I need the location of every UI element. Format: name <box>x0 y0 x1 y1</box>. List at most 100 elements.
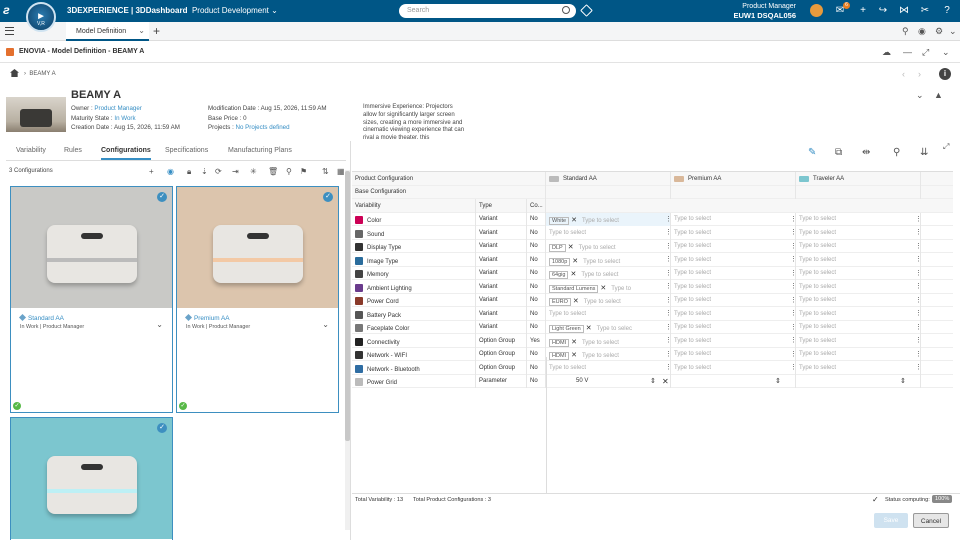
projects-link[interactable]: No Projects defined <box>236 124 290 131</box>
type-to-select[interactable]: Type to select <box>674 297 711 303</box>
help-icon[interactable]: ? <box>941 5 953 17</box>
variability-name-cell[interactable]: Faceplate Color <box>352 320 476 334</box>
more-icon[interactable]: ⋮ <box>915 215 920 223</box>
type-to-select[interactable]: Type to select <box>674 216 711 222</box>
variability-name-cell[interactable]: Sound <box>352 226 476 240</box>
more-icon[interactable]: ⋮ <box>915 350 920 358</box>
variability-name-cell[interactable]: Power Cord <box>352 293 476 307</box>
type-to-select[interactable]: Type to select <box>583 259 620 265</box>
forward-icon[interactable]: › <box>918 69 921 79</box>
tab-rules[interactable]: Rules <box>64 147 82 154</box>
value-cell-standard[interactable]: HDMI✕Type to select⋮ <box>546 347 671 361</box>
more-icon[interactable]: ⋮ <box>915 269 920 277</box>
brand-title[interactable]: 3DEXPERIENCE | 3DDashboard Product Devel… <box>67 6 278 15</box>
value-cell-traveler[interactable]: Type to select ⋮ <box>796 253 921 267</box>
expand-icon[interactable]: ⌄ <box>916 90 924 101</box>
value-cell-premium[interactable]: Type to select⋮ <box>671 307 796 321</box>
remove-chip-icon[interactable]: ✕ <box>600 285 606 292</box>
value-cell-traveler[interactable]: Type to select ⋮ <box>796 347 921 361</box>
type-to-select[interactable]: Type to <box>611 286 631 292</box>
value-cell-traveler[interactable]: Type to select ⋮ <box>796 226 921 240</box>
value-cell-traveler[interactable]: Type to select ⋮ <box>796 307 921 321</box>
search-input[interactable]: Search <box>399 4 576 18</box>
chevron-down-icon[interactable]: ⌄ <box>949 26 957 37</box>
type-to-select[interactable]: Type to select <box>799 365 836 371</box>
home-icon[interactable] <box>10 69 19 77</box>
type-to-select[interactable]: Type to select <box>674 311 711 317</box>
check-icon[interactable]: ✓ <box>157 192 167 202</box>
type-to-select[interactable]: Type to select <box>674 365 711 371</box>
value-cell-premium[interactable]: ⇕ <box>671 374 796 388</box>
compare-icon[interactable]: ⇹ <box>862 147 870 158</box>
value-cell-premium[interactable]: Type to select⋮ <box>671 212 796 226</box>
stepper-icon[interactable]: ⇕ <box>900 377 906 385</box>
variability-name-cell[interactable]: Image Type <box>352 253 476 267</box>
chevron-down-icon[interactable]: ⌄ <box>322 320 329 329</box>
variability-name-cell[interactable]: Memory <box>352 266 476 280</box>
edit-icon[interactable]: ✎ <box>808 147 816 158</box>
owner-link[interactable]: Product Manager <box>94 105 141 112</box>
minimize-icon[interactable]: — <box>903 47 912 57</box>
value-cell-traveler[interactable]: Type to select ⋮ <box>796 212 921 226</box>
value-cell-premium[interactable]: Type to select⋮ <box>671 293 796 307</box>
value-cell-standard[interactable]: 50 V ⇕ ✕ <box>546 374 671 388</box>
type-to-select[interactable]: Type to select <box>549 311 586 317</box>
compare-icon[interactable]: ✳ <box>250 167 257 176</box>
value-cell-premium[interactable]: Type to select⋮ <box>671 253 796 267</box>
stepper-icon[interactable]: ⇕ <box>650 377 656 385</box>
value-cell-premium[interactable]: Type to select⋮ <box>671 266 796 280</box>
type-to-select[interactable]: Type to select <box>549 365 586 371</box>
value-cell-standard[interactable]: EURO✕Type to select⋮ <box>546 293 671 307</box>
type-to-select[interactable]: Type to select <box>799 243 836 249</box>
value-cell-standard[interactable]: 64gig✕Type to select⋮ <box>546 266 671 280</box>
configuration-card-traveler[interactable]: ✓ <box>10 417 173 540</box>
search-people-icon[interactable]: ⚲ <box>902 26 909 37</box>
search-icon[interactable]: ⚲ <box>893 147 900 158</box>
check-icon[interactable]: ✓ <box>157 423 167 433</box>
network-share-icon[interactable]: ⋈ <box>898 5 910 17</box>
avatar[interactable] <box>810 4 823 17</box>
base-config-premium[interactable] <box>671 185 796 199</box>
type-to-select[interactable]: Type to select <box>674 324 711 330</box>
stepper-icon[interactable]: ⇕ <box>775 377 781 385</box>
configuration-name[interactable]: Premium AA <box>186 315 230 322</box>
type-to-select[interactable]: Type to select <box>799 311 836 317</box>
remove-chip-icon[interactable]: ✕ <box>571 217 577 224</box>
remove-chip-icon[interactable]: ✕ <box>570 271 576 278</box>
type-to-select[interactable]: Type to select <box>581 272 618 278</box>
menu-icon[interactable] <box>5 27 14 35</box>
type-to-select[interactable]: Type to select <box>674 243 711 249</box>
column-header-premium[interactable]: Premium AA <box>671 172 796 186</box>
configuration-card-standard[interactable]: ✓ Standard AA In Work | Product Manager … <box>10 186 173 413</box>
value-cell-traveler[interactable]: Type to select ⋮ <box>796 293 921 307</box>
back-icon[interactable]: ‹ <box>902 69 905 79</box>
value-cell-traveler[interactable]: ⇕ <box>796 374 921 388</box>
type-to-select[interactable]: Type to select <box>582 218 619 224</box>
value-cell-premium[interactable]: Type to select⋮ <box>671 239 796 253</box>
type-to-select[interactable]: Type to select <box>799 257 836 263</box>
settings-icon[interactable]: ⚙ <box>935 26 943 37</box>
variability-name-cell[interactable]: Power Grid <box>352 374 476 388</box>
value-cell-standard[interactable]: Light Green✕Type to selec⋮ <box>546 320 671 334</box>
value-cell-traveler[interactable]: Type to select ⋮ <box>796 320 921 334</box>
variability-name-cell[interactable]: Ambient Lighting <box>352 280 476 294</box>
add-tab-icon[interactable]: + <box>153 24 160 38</box>
type-to-select[interactable]: Type to select <box>799 284 836 290</box>
type-to-select[interactable]: Type to select <box>799 230 836 236</box>
tab-variability[interactable]: Variability <box>16 147 46 154</box>
breadcrumb-item[interactable]: › BEAMY A <box>24 71 56 77</box>
value-cell-premium[interactable]: Type to select⋮ <box>671 280 796 294</box>
value-cell-standard[interactable]: White✕Type to select⋮ <box>546 212 671 226</box>
column-header-traveler[interactable]: Traveler AA <box>796 172 921 186</box>
value-cell-premium[interactable]: Type to select⋮ <box>671 226 796 240</box>
value-cell-traveler[interactable]: Type to select ⋮ <box>796 280 921 294</box>
more-icon[interactable]: ⋮ <box>915 242 920 250</box>
tab-manufacturing-plans[interactable]: Manufacturing Plans <box>228 147 292 154</box>
type-to-select[interactable]: Type to select <box>674 338 711 344</box>
compass-icon[interactable]: ▶ V,R <box>26 2 56 32</box>
cancel-button[interactable]: Cancel <box>913 513 949 528</box>
type-to-select[interactable]: Type to select <box>799 297 836 303</box>
search-icon[interactable] <box>562 6 570 14</box>
clear-icon[interactable]: ✕ <box>662 377 669 386</box>
value-cell-standard[interactable]: Type to select⋮ <box>546 361 671 375</box>
